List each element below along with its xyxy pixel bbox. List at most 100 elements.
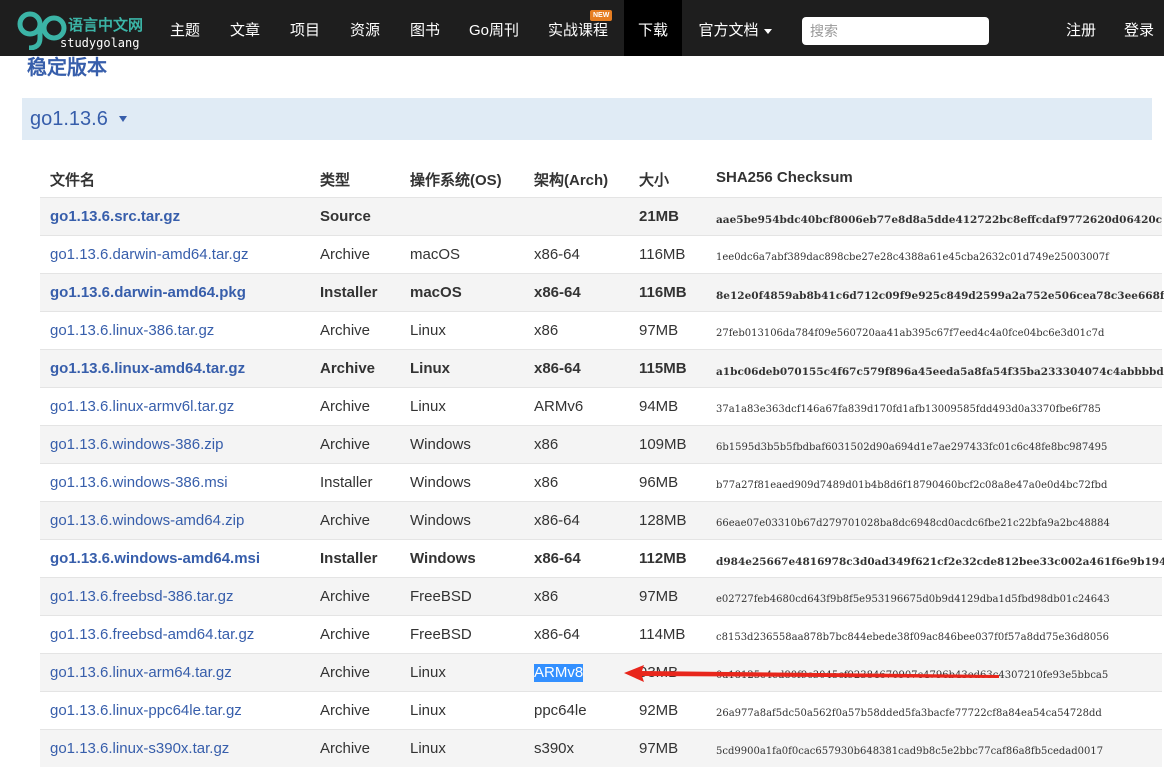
os-cell: Linux (410, 702, 446, 719)
header-checksum: SHA256 Checksum (716, 169, 853, 186)
table-row: go1.13.6.linux-armv6l.tar.gz Archive Linux… (40, 387, 1162, 425)
size-cell: 115MB (639, 360, 687, 377)
size-cell: 114MB (639, 626, 686, 643)
login-link[interactable]: 登录 (1116, 0, 1162, 56)
checksum-cell: 27feb013106da784f09e560720aa41ab395c67f7… (716, 328, 1105, 339)
table-row: go1.13.6.src.tar.gz Source 21MB aae5be954bd… (40, 197, 1162, 235)
checksum-cell: 37a1a83e363dcf146a67fa839d170fd1afb13009… (716, 404, 1101, 415)
download-link[interactable]: go1.13.6.linux-s390x.tar.gz (50, 740, 229, 758)
logo-english-text: studygolang (60, 36, 140, 50)
checksum-cell: 66eae07e03310b67d279701028ba8dc6948cd0ac… (716, 518, 1110, 529)
header-arch: 架构(Arch) (534, 172, 609, 189)
checksum-cell: 1ee0dc6a7abf389dac898cbe27e28c4388a61e45… (716, 252, 1109, 263)
checksum-cell: a1bc06deb070155c4f67c579f896a45eeda5a8fa… (716, 366, 1164, 378)
size-cell: 21MB (639, 208, 680, 225)
checksum-cell: 8e12e0f4859ab8b41c6d712c09f9e925c849d259… (716, 290, 1164, 302)
table-row: go1.13.6.windows-amd64.zip Archive Windows… (40, 501, 1162, 539)
download-link[interactable]: go1.13.6.windows-amd64.msi (50, 550, 260, 568)
download-link[interactable]: go1.13.6.linux-armv6l.tar.gz (50, 398, 234, 416)
os-cell: Windows (410, 550, 476, 567)
download-link[interactable]: go1.13.6.linux-386.tar.gz (50, 322, 214, 340)
kind-cell: Archive (320, 436, 371, 453)
kind-cell: Archive (320, 702, 371, 719)
size-cell: 97MB (639, 740, 679, 757)
checksum-cell: 6b1595d3b5b5fbdbaf6031502d90a694d1e7ae29… (716, 442, 1108, 453)
table-row: go1.13.6.darwin-amd64.pkg Installer macOS x… (40, 273, 1164, 311)
table-header: 文件名 类型 操作系统(OS) 架构(Arch) 大小 SHA256 Check… (40, 159, 1162, 197)
size-cell: 116MB (639, 246, 686, 263)
download-link[interactable]: go1.13.6.windows-386.zip (50, 436, 223, 454)
kind-cell: Archive (320, 512, 371, 529)
kind-cell: Archive (320, 626, 371, 643)
download-link[interactable]: go1.13.6.darwin-amd64.pkg (50, 284, 246, 302)
caret-down-icon (763, 28, 772, 34)
nav-topics[interactable]: 主题 (160, 0, 210, 56)
arch-cell: x86-64 (534, 512, 580, 529)
register-link[interactable]: 注册 (1058, 0, 1104, 56)
header-size: 大小 (639, 172, 670, 189)
arch-cell: ARMv8 (534, 664, 584, 682)
size-cell: 109MB (639, 436, 687, 453)
download-link[interactable]: go1.13.6.src.tar.gz (50, 208, 180, 226)
download-link[interactable]: go1.13.6.linux-ppc64le.tar.gz (50, 702, 242, 720)
checksum-cell: 5cd9900a1fa0f0cac657930b648381cad9b8c5e2… (716, 746, 1104, 757)
os-cell: FreeBSD (410, 588, 472, 605)
os-cell: Linux (410, 664, 446, 681)
os-cell: Linux (410, 322, 446, 339)
arch-cell: x86-64 (534, 550, 581, 567)
version-toggle[interactable]: go1.13.6 (22, 98, 1152, 140)
kind-cell: Installer (320, 474, 373, 491)
header-filename: 文件名 (50, 172, 96, 189)
checksum-cell: e02727feb4680cd643f9b8f5e953196675d0b9d4… (716, 594, 1110, 605)
download-link[interactable]: go1.13.6.darwin-amd64.tar.gz (50, 246, 248, 264)
download-link[interactable]: go1.13.6.freebsd-amd64.tar.gz (50, 626, 254, 644)
size-cell: 96MB (639, 474, 679, 491)
os-cell: Windows (410, 512, 471, 529)
nav-articles[interactable]: 文章 (220, 0, 270, 56)
kind-cell: Archive (320, 740, 371, 757)
arch-cell: ppc64le (534, 702, 587, 719)
checksum-cell: c8153d236558aa878b7bc844ebede38f09ac846b… (716, 632, 1110, 643)
arch-cell: x86-64 (534, 626, 580, 643)
caret-down-icon (119, 116, 127, 122)
kind-cell: Archive (320, 322, 371, 339)
nav-download[interactable]: 下载 (624, 0, 682, 56)
size-cell: 112MB (639, 550, 687, 567)
os-cell: FreeBSD (410, 626, 472, 643)
checksum-cell: aae5be954bdc40bcf8006eb77e8d8a5dde412722… (716, 214, 1163, 226)
kind-cell: Archive (320, 360, 376, 377)
new-badge: NEW (590, 10, 613, 21)
download-link[interactable]: go1.13.6.freebsd-386.tar.gz (50, 588, 233, 606)
download-link[interactable]: go1.13.6.linux-arm64.tar.gz (50, 664, 232, 682)
arch-cell: x86-64 (534, 360, 581, 377)
kind-cell: Archive (320, 588, 371, 605)
annotation-arrow-icon (624, 665, 999, 682)
search-input[interactable]: 搜索 (802, 17, 989, 45)
size-cell: 94MB (639, 398, 679, 415)
download-link[interactable]: go1.13.6.linux-amd64.tar.gz (50, 360, 245, 378)
download-link[interactable]: go1.13.6.windows-amd64.zip (50, 512, 244, 530)
os-cell: macOS (410, 284, 462, 301)
arch-cell: x86 (534, 436, 559, 453)
table-row: go1.13.6.darwin-amd64.tar.gz Archive macOS… (40, 235, 1162, 273)
download-link[interactable]: go1.13.6.windows-386.msi (50, 474, 228, 492)
size-cell: 116MB (639, 284, 687, 301)
table-row: go1.13.6.windows-amd64.msi Installer Windo… (40, 539, 1164, 577)
nav-resources[interactable]: 资源 (340, 0, 390, 56)
top-navbar: 语言中文网 studygolang 主题 文章 项目 资源 图书 Go周刊 实战… (0, 0, 1164, 56)
arch-cell: x86-64 (534, 284, 581, 301)
nav-official-docs[interactable]: 官方文档 (690, 0, 780, 56)
nav-go-weekly[interactable]: Go周刊 (460, 0, 528, 56)
table-row: go1.13.6.linux-ppc64le.tar.gz Archive Linu… (40, 691, 1162, 729)
nav-projects[interactable]: 项目 (280, 0, 330, 56)
nav-books[interactable]: 图书 (400, 0, 450, 56)
os-cell: macOS (410, 246, 461, 263)
checksum-cell: d984e25667e4816978c3d0ad349f621cf2e32cde… (716, 556, 1164, 568)
size-cell: 97MB (639, 322, 679, 339)
kind-cell: Archive (320, 246, 371, 263)
table-row: go1.13.6.windows-386.msi Installer Windows… (40, 463, 1162, 501)
nav-courses[interactable]: 实战课程 (538, 0, 618, 56)
kind-cell: Source (320, 208, 371, 225)
size-cell: 97MB (639, 588, 679, 605)
table-row: go1.13.6.linux-s390x.tar.gz Archive Linux s… (40, 729, 1162, 767)
